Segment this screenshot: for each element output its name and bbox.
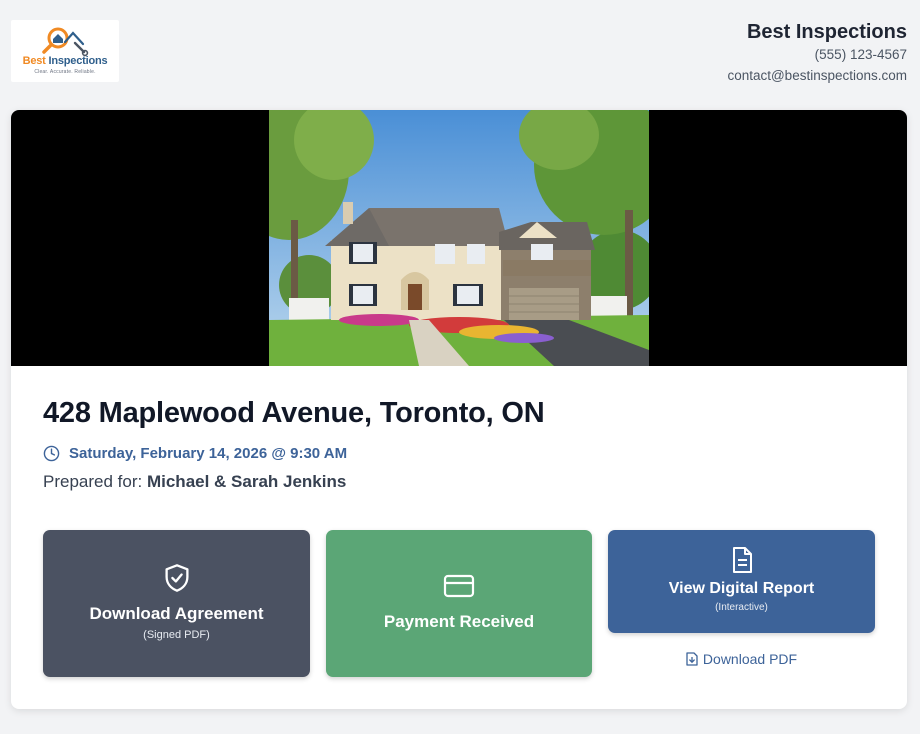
payment-received-button[interactable]: Payment Received — [326, 530, 592, 677]
view-digital-report-sublabel: (Interactive) — [715, 602, 768, 613]
download-agreement-label: Download Agreement — [89, 604, 264, 623]
prepared-for: Prepared for: Michael & Sarah Jenkins — [43, 472, 346, 492]
company-phone[interactable]: (555) 123-4567 — [727, 44, 907, 65]
datetime-text: Saturday, February 14, 2026 @ 9:30 AM — [69, 444, 348, 462]
prepared-for-label: Prepared for: — [43, 472, 143, 491]
top-bar: Best Inspections Clear. Accurate. Reliab… — [0, 0, 920, 100]
logo-tagline: Clear. Accurate. Reliable. — [34, 69, 96, 75]
download-agreement-button[interactable]: Download Agreement (Signed PDF) — [43, 530, 310, 677]
document-icon — [732, 547, 752, 573]
download-agreement-sublabel: (Signed PDF) — [143, 629, 210, 641]
inspection-datetime: Saturday, February 14, 2026 @ 9:30 AM — [43, 443, 347, 463]
view-digital-report-button[interactable]: View Digital Report (Interactive) — [608, 530, 875, 633]
file-download-icon — [686, 652, 698, 666]
credit-card-icon — [443, 574, 475, 598]
clock-icon — [43, 445, 60, 461]
view-digital-report-label: View Digital Report — [668, 580, 815, 597]
payment-received-label: Payment Received — [383, 612, 535, 631]
property-photo — [11, 110, 907, 366]
download-pdf-label: Download PDF — [702, 651, 798, 667]
house-photo-image — [269, 110, 649, 366]
logo-wordmark: Best Inspections — [22, 55, 108, 67]
download-pdf-link[interactable]: Download PDF — [608, 650, 875, 668]
company-logo[interactable]: Best Inspections Clear. Accurate. Reliab… — [11, 20, 119, 82]
company-email[interactable]: contact@bestinspections.com — [727, 65, 907, 86]
inspection-card: 428 Maplewood Avenue, Toronto, ON Saturd… — [11, 110, 907, 709]
company-name: Best Inspections — [746, 21, 907, 43]
company-contact: Best Inspections (555) 123-4567 contact@… — [727, 20, 907, 86]
shield-check-icon — [164, 564, 189, 592]
property-address: 428 Maplewood Avenue, Toronto, ON — [43, 397, 545, 429]
client-names: Michael & Sarah Jenkins — [146, 472, 347, 491]
